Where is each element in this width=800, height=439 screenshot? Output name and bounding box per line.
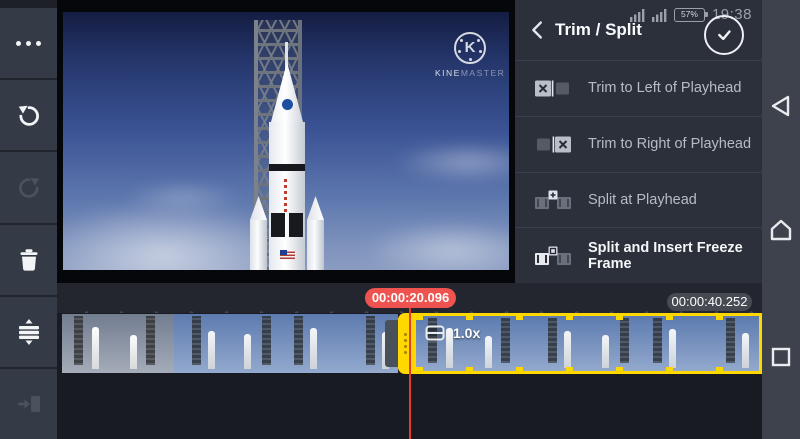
video-frame: K KINEMASTER — [63, 12, 509, 270]
menu-item-label: Split at Playhead — [588, 192, 697, 208]
check-icon — [713, 24, 735, 46]
undo-button[interactable] — [0, 80, 57, 152]
current-time-badge: 00:00:20.096 — [365, 288, 456, 308]
menu-item-split[interactable]: Split at Playhead — [515, 172, 762, 228]
menu-item-label: Trim to Left of Playhead — [588, 80, 741, 96]
thumbnail — [588, 316, 645, 371]
thumbnail — [645, 316, 702, 371]
speed-badge-icon — [425, 325, 445, 341]
more-icon — [16, 41, 41, 46]
booster-right — [307, 220, 324, 270]
selected-clip[interactable]: 1.0x — [413, 313, 762, 374]
layers-adjust-icon — [15, 318, 43, 346]
cloud — [123, 182, 243, 212]
rocket-panel — [271, 213, 285, 237]
freeze-frame-icon — [533, 246, 573, 266]
confirm-button[interactable] — [704, 15, 744, 55]
kinemaster-logo-icon: K — [454, 32, 486, 64]
panel-title: Trim / Split — [555, 20, 642, 40]
thumbnail — [530, 316, 587, 371]
thumbnail — [118, 314, 174, 373]
sidebar-top-strip — [0, 0, 57, 8]
back-chevron-icon[interactable] — [525, 17, 551, 43]
thumbnail — [702, 316, 759, 371]
watermark-text: KINEMASTER — [435, 68, 505, 78]
thumbnail — [62, 314, 118, 373]
rocket-upper-stage — [269, 122, 305, 164]
nav-home-icon — [767, 216, 795, 244]
cloud — [363, 220, 509, 270]
rocket-interstage — [269, 164, 305, 171]
redo-icon — [16, 174, 42, 200]
thumbnail — [174, 314, 230, 373]
booster-cone — [307, 196, 324, 220]
kinemaster-app: K KINEMASTER 57% 19:38 Trim / Split — [0, 0, 800, 439]
menu-item-trim-left[interactable]: Trim to Left of Playhead — [515, 60, 762, 116]
trim-left-icon — [533, 79, 573, 98]
android-nav-bar — [762, 0, 800, 439]
delete-button[interactable] — [0, 225, 57, 297]
trim-right-icon — [533, 135, 573, 154]
clip-speed-label: 1.0x — [453, 325, 480, 341]
toolbar-sidebar — [0, 0, 57, 439]
clip-speed-badge: 1.0x — [425, 325, 480, 341]
signal-icon — [630, 8, 645, 22]
booster-left — [250, 220, 267, 270]
watermark-letter: K — [465, 39, 476, 56]
clip-adjust-button[interactable] — [0, 297, 57, 369]
nav-recents-button[interactable] — [767, 343, 795, 371]
menu-item-label: Split and Insert Freeze Frame — [588, 240, 762, 272]
rocket-lettering — [284, 178, 287, 212]
kinemaster-watermark: K KINEMASTER — [435, 32, 505, 78]
clip-thumbnails-left[interactable] — [62, 314, 398, 373]
cloud — [393, 142, 509, 182]
thumbnail — [473, 316, 530, 371]
total-duration-badge: 00:00:40.252 — [667, 293, 752, 311]
capture-button-disabled[interactable] — [0, 369, 57, 439]
capture-frame-icon — [15, 390, 43, 418]
menu-item-freeze-frame[interactable]: Split and Insert Freeze Frame — [515, 227, 762, 283]
nav-back-button[interactable] — [767, 92, 795, 120]
thumbnail — [286, 314, 342, 373]
more-options-button[interactable] — [0, 8, 57, 80]
nav-home-button[interactable] — [767, 216, 795, 244]
nav-recents-icon — [767, 343, 795, 371]
rocket-panel — [289, 213, 303, 237]
menu-item-label: Trim to Right of Playhead — [588, 136, 751, 152]
video-preview[interactable]: K KINEMASTER — [57, 0, 515, 283]
redo-button-disabled[interactable] — [0, 152, 57, 224]
us-flag — [280, 250, 295, 259]
split-playhead-icon — [533, 190, 573, 210]
nav-back-icon — [767, 92, 795, 120]
thumbnail — [230, 314, 286, 373]
timeline[interactable]: 00:00:20.096 00:00:40.252 — [57, 283, 762, 439]
signal-icon — [652, 8, 667, 22]
nasa-logo — [281, 98, 294, 111]
undo-icon — [16, 102, 42, 128]
menu-item-trim-right[interactable]: Trim to Right of Playhead — [515, 116, 762, 172]
trim-split-panel: 57% 19:38 Trim / Split — [515, 0, 762, 283]
playhead-line[interactable] — [409, 306, 411, 439]
trim-split-menu: Trim to Left of Playhead Trim to Right o… — [515, 60, 762, 283]
battery-icon: 57% — [674, 8, 705, 22]
trash-icon — [15, 246, 43, 274]
